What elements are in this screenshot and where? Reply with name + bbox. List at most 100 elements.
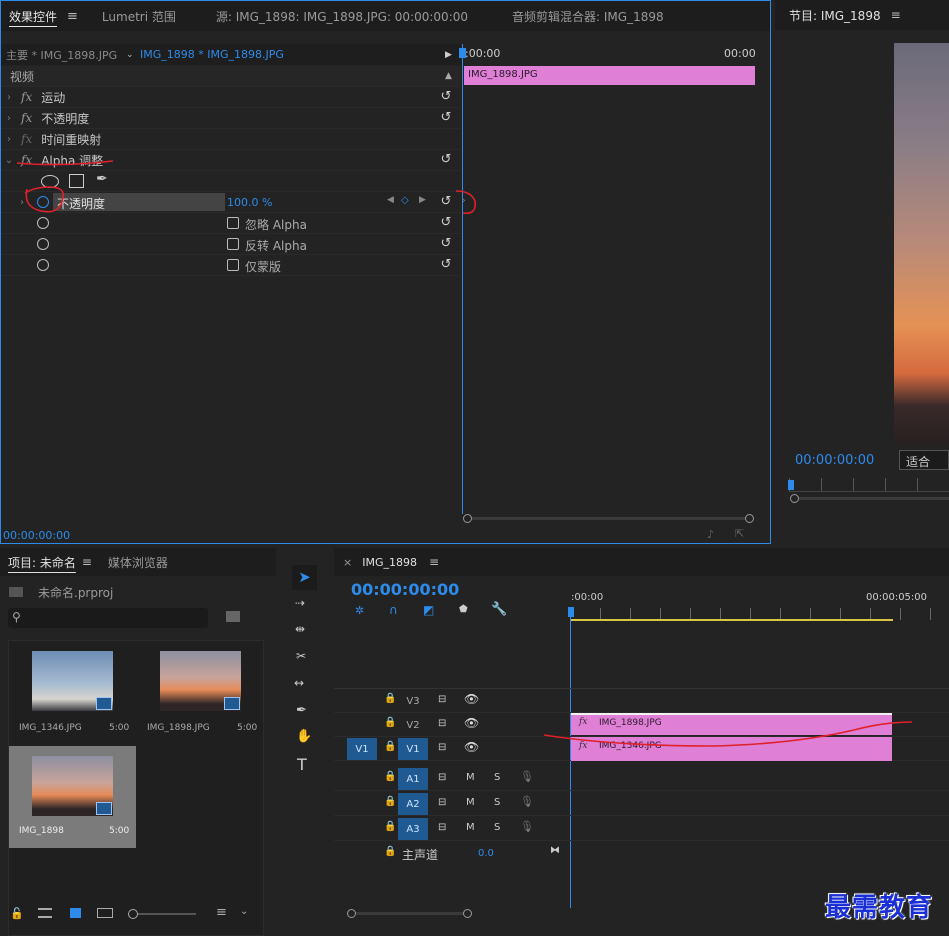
scroll-handle-right[interactable]	[463, 909, 472, 918]
project-item-selected[interactable]: IMG_1898 5:00	[9, 746, 136, 848]
tab-media-browser[interactable]: 媒体浏览器	[108, 554, 168, 571]
type-tool-icon[interactable]: T	[297, 755, 307, 774]
audio-icon[interactable]: ♪	[707, 528, 714, 541]
lock-icon[interactable]: 🔒	[384, 771, 396, 782]
lock-icon[interactable]: 🔒	[384, 821, 396, 832]
scroll-track[interactable]	[356, 912, 464, 915]
selection-tool-icon[interactable]: ➤	[292, 565, 317, 590]
track-target-a1[interactable]: A1	[398, 768, 428, 790]
solo-button[interactable]: S	[494, 797, 500, 808]
program-monitor: 节目: IMG_1898 ≡ 00:00:00:00 适合	[775, 0, 949, 544]
scroll-track[interactable]	[472, 517, 745, 520]
lock-icon[interactable]: 🔒	[384, 717, 396, 728]
search-input[interactable]: ⚲	[8, 608, 208, 628]
panel-menu-icon[interactable]: ≡	[429, 555, 439, 569]
program-playhead[interactable]	[788, 480, 794, 490]
icon-view-icon[interactable]	[70, 908, 81, 918]
program-tabbar: 节目: IMG_1898 ≡	[775, 0, 949, 30]
playhead-marker[interactable]	[568, 607, 574, 617]
nest-icon[interactable]: ✲	[355, 604, 364, 617]
close-icon[interactable]: ×	[343, 556, 352, 569]
new-bin-icon[interactable]	[226, 611, 240, 622]
solo-button[interactable]: S	[494, 772, 500, 783]
fit-dropdown[interactable]: 适合	[899, 450, 949, 470]
master-out-icon[interactable]: ⧓	[550, 845, 560, 856]
still-image-icon	[224, 697, 240, 710]
track-target-v2[interactable]: V2	[398, 714, 428, 736]
lock-icon[interactable]: 🔒	[384, 693, 396, 704]
zoom-slider-handle[interactable]	[128, 909, 138, 919]
project-grid: IMG_1346.JPG 5:00 IMG_1898.JPG 5:00 IMG_…	[8, 640, 264, 936]
scroll-handle-right[interactable]	[745, 514, 754, 523]
wrench-icon[interactable]: 🔧	[491, 602, 507, 617]
track-target-v1[interactable]: V1	[398, 738, 428, 760]
mic-icon[interactable]: 🎙	[520, 820, 534, 833]
panel-menu-icon[interactable]: ≡	[82, 555, 92, 569]
track-target-a2[interactable]: A2	[398, 793, 428, 815]
snap-icon[interactable]: ∩	[389, 603, 398, 617]
marker-icon[interactable]: ⬟	[459, 604, 468, 615]
eye-icon[interactable]: 👁	[464, 716, 479, 730]
mute-button[interactable]: M	[466, 822, 475, 833]
scroll-track[interactable]	[799, 497, 949, 500]
annotation-marks	[16, 160, 477, 215]
timeline-tabbar: × IMG_1898 ≡	[334, 548, 949, 576]
sync-lock-icon[interactable]: ⊟	[438, 772, 446, 783]
scroll-handle-left[interactable]	[347, 909, 356, 918]
track-select-tool-icon[interactable]: ⇢	[295, 596, 305, 610]
sequence-tab[interactable]: IMG_1898	[362, 556, 417, 569]
effect-timeline-scrollbar[interactable]	[463, 512, 755, 524]
track-target-a3[interactable]: A3	[398, 818, 428, 840]
sort-icon[interactable]: ≡	[216, 905, 227, 920]
eye-icon[interactable]: 👁	[464, 692, 479, 706]
mic-icon[interactable]: 🎙	[520, 795, 534, 808]
pen-tool-icon[interactable]: ✒	[296, 703, 307, 718]
freeform-view-icon[interactable]	[97, 908, 113, 918]
linked-selection-icon[interactable]: ◩	[423, 603, 434, 617]
timeline-timecode[interactable]: 00:00:00:00	[351, 580, 459, 599]
sync-lock-icon[interactable]: ⊟	[438, 822, 446, 833]
project-item[interactable]: IMG_1898.JPG 5:00	[137, 641, 264, 745]
project-tabbar: 项目: 未命名 ≡ 媒体浏览器	[0, 548, 276, 576]
item-duration: 5:00	[109, 723, 130, 733]
track-target-v3[interactable]: V3	[398, 690, 428, 712]
zoom-slider-track[interactable]	[138, 913, 196, 915]
project-panel: 项目: 未命名 ≡ 媒体浏览器 未命名.prproj ⚲ IMG_1346.JP…	[0, 548, 276, 936]
program-timecode[interactable]: 00:00:00:00	[795, 453, 874, 468]
sync-lock-icon[interactable]: ⊟	[438, 718, 446, 729]
scroll-handle-left[interactable]	[790, 494, 799, 503]
lock-icon[interactable]: 🔒	[384, 846, 396, 857]
eye-icon[interactable]: 👁	[464, 740, 479, 754]
hand-tool-icon[interactable]: ✋	[296, 729, 312, 744]
chevron-down-icon[interactable]: ⌄	[240, 906, 248, 917]
sync-lock-icon[interactable]: ⊟	[438, 797, 446, 808]
mute-button[interactable]: M	[466, 797, 475, 808]
sync-lock-icon[interactable]: ⊟	[438, 742, 446, 753]
project-item[interactable]: IMG_1346.JPG 5:00	[9, 641, 136, 745]
effect-timecode[interactable]: 00:00:00:00	[3, 529, 70, 542]
work-area-bar[interactable]	[570, 619, 893, 621]
lock-icon[interactable]: 🔓	[10, 907, 24, 920]
item-name: IMG_1346.JPG	[19, 723, 82, 733]
sync-lock-icon[interactable]: ⊟	[438, 694, 446, 705]
master-volume-value[interactable]: 0.0	[478, 848, 494, 859]
razor-tool-icon[interactable]: ✂	[296, 649, 306, 663]
source-patch-v1[interactable]: V1	[347, 738, 377, 760]
program-ruler[interactable]	[789, 478, 949, 492]
search-icon: ⚲	[12, 610, 21, 624]
list-view-icon[interactable]	[38, 908, 52, 918]
slip-tool-icon[interactable]: ↔	[294, 676, 304, 690]
mic-icon[interactable]: 🎙	[520, 770, 534, 783]
tab-project[interactable]: 项目: 未命名	[0, 554, 76, 571]
scroll-handle-left[interactable]	[463, 514, 472, 523]
still-image-icon	[96, 697, 112, 710]
lock-icon[interactable]: 🔒	[384, 741, 396, 752]
panel-menu-icon[interactable]: ≡	[891, 8, 901, 22]
program-title[interactable]: 节目: IMG_1898	[775, 7, 881, 24]
export-icon[interactable]: ⇱	[735, 527, 744, 540]
ripple-edit-tool-icon[interactable]: ⇹	[295, 622, 305, 636]
lock-icon[interactable]: 🔒	[384, 796, 396, 807]
mute-button[interactable]: M	[466, 772, 475, 783]
item-name: IMG_1898.JPG	[147, 723, 210, 733]
solo-button[interactable]: S	[494, 822, 500, 833]
